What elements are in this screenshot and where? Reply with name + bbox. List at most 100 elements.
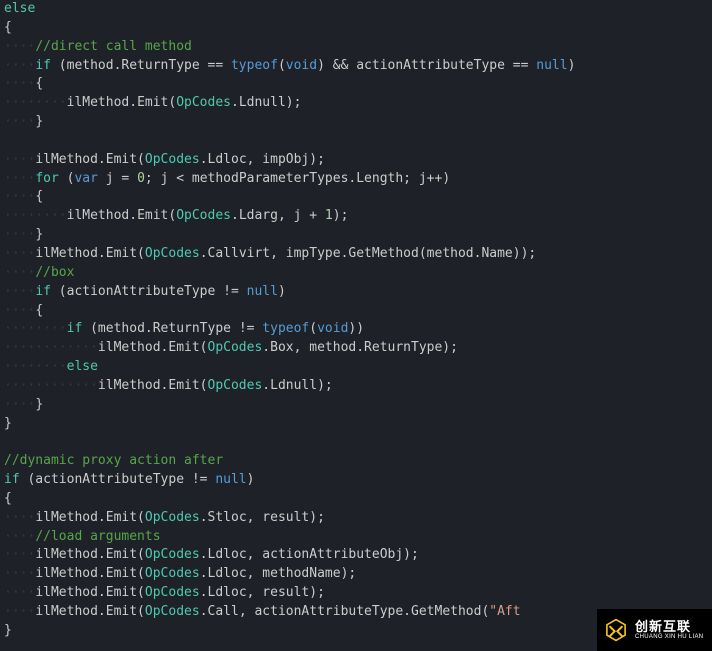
brace: }	[4, 416, 12, 431]
brace: }	[4, 623, 12, 638]
code-text: ilMethod.Emit(	[67, 95, 177, 110]
code-text: ilMethod.Emit(	[98, 340, 208, 355]
code-text: ; j < methodParameterTypes.Length; j++)	[145, 171, 450, 186]
indent: ····	[4, 265, 35, 280]
code-text: ilMethod.Emit(	[35, 585, 145, 600]
brace: {	[35, 76, 43, 91]
indent: ····	[4, 114, 35, 129]
indent: ········	[4, 95, 67, 110]
class-opcodes: OpCodes	[208, 340, 263, 355]
class-opcodes: OpCodes	[176, 95, 231, 110]
keyword-null: null	[215, 472, 246, 487]
indent: ····	[4, 284, 35, 299]
code-text: .Ldloc, impObj);	[200, 152, 325, 167]
indent: ············	[4, 378, 98, 393]
code-text: ) && actionAttributeType ==	[317, 58, 536, 73]
keyword-if: if	[67, 321, 83, 336]
indent: ····	[4, 529, 35, 544]
keyword-else: else	[4, 1, 35, 16]
indent: ········	[4, 208, 67, 223]
code-text: ilMethod.Emit(	[35, 604, 145, 619]
code-text: .Box, method.ReturnType);	[262, 340, 458, 355]
keyword-if: if	[4, 472, 20, 487]
indent: ····	[4, 227, 35, 242]
indent: ····	[4, 604, 35, 619]
code-text: .Stloc, result);	[200, 510, 325, 525]
logo-chinese: 创新互联	[635, 620, 703, 634]
class-opcodes: OpCodes	[208, 378, 263, 393]
class-opcodes: OpCodes	[176, 208, 231, 223]
keyword-if: if	[35, 284, 51, 299]
brace: {	[35, 303, 43, 318]
indent: ····	[4, 152, 35, 167]
keyword-else: else	[67, 359, 98, 374]
keyword-void: void	[317, 321, 348, 336]
keyword-if: if	[35, 58, 51, 73]
indent: ····	[4, 566, 35, 581]
brace: {	[4, 20, 12, 35]
class-opcodes: OpCodes	[145, 510, 200, 525]
brace: {	[35, 189, 43, 204]
code-text: )	[278, 284, 286, 299]
code-text: .Ldloc, result);	[200, 585, 325, 600]
code-text: )	[568, 58, 576, 73]
code-text: .Ldloc, methodName);	[200, 566, 357, 581]
indent: ····	[4, 585, 35, 600]
code-text: (actionAttributeType !=	[51, 284, 247, 299]
keyword-var: var	[74, 171, 97, 186]
code-text: ilMethod.Emit(	[67, 208, 177, 223]
indent: ····	[4, 510, 35, 525]
class-opcodes: OpCodes	[145, 246, 200, 261]
code-editor: else { ····//direct call method ····if (…	[0, 0, 712, 641]
logo-pinyin: CHUANG XIN HU LIAN	[635, 634, 703, 640]
code-text: .Call, actionAttributeType.GetMethod(	[200, 604, 490, 619]
code-text: ilMethod.Emit(	[35, 547, 145, 562]
indent: ····	[4, 303, 35, 318]
class-opcodes: OpCodes	[145, 547, 200, 562]
code-text: (	[59, 171, 75, 186]
code-text: (method.ReturnType !=	[82, 321, 262, 336]
indent: ····	[4, 39, 35, 54]
indent: ········	[4, 321, 67, 336]
code-text: (	[309, 321, 317, 336]
indent: ········	[4, 359, 67, 374]
code-text: );	[333, 208, 349, 223]
keyword-typeof: typeof	[262, 321, 309, 336]
indent: ····	[4, 246, 35, 261]
brace: }	[35, 397, 43, 412]
code-text: ))	[348, 321, 364, 336]
indent: ····	[4, 547, 35, 562]
keyword-null: null	[247, 284, 278, 299]
keyword-typeof: typeof	[231, 58, 278, 73]
code-text: .Callvirt, impType.GetMethod(method.Name…	[200, 246, 537, 261]
brace: }	[35, 227, 43, 242]
indent: ····	[4, 76, 35, 91]
logo-icon	[603, 617, 629, 643]
comment: //box	[35, 265, 74, 280]
code-text: .Ldloc, actionAttributeObj);	[200, 547, 419, 562]
indent: ····	[4, 397, 35, 412]
indent: ····	[4, 58, 35, 73]
class-opcodes: OpCodes	[145, 585, 200, 600]
keyword-null: null	[536, 58, 567, 73]
keyword-for: for	[35, 171, 58, 186]
code-text: .Ldnull);	[231, 95, 301, 110]
indent: ····	[4, 171, 35, 186]
comment: //direct call method	[35, 39, 192, 54]
logo-text: 创新互联 CHUANG XIN HU LIAN	[635, 620, 703, 640]
number: 1	[325, 208, 333, 223]
code-text: (method.ReturnType ==	[51, 58, 231, 73]
code-text: .Ldarg, j +	[231, 208, 325, 223]
code-text: ilMethod.Emit(	[35, 566, 145, 581]
comment: //load arguments	[35, 529, 160, 544]
brace: }	[35, 114, 43, 129]
code-text: .Ldnull);	[262, 378, 332, 393]
number: 0	[137, 171, 145, 186]
class-opcodes: OpCodes	[145, 566, 200, 581]
code-text: ilMethod.Emit(	[35, 510, 145, 525]
code-text: ilMethod.Emit(	[35, 152, 145, 167]
brace: {	[4, 491, 12, 506]
class-opcodes: OpCodes	[145, 604, 200, 619]
class-opcodes: OpCodes	[145, 152, 200, 167]
code-text: (actionAttributeType !=	[20, 472, 216, 487]
